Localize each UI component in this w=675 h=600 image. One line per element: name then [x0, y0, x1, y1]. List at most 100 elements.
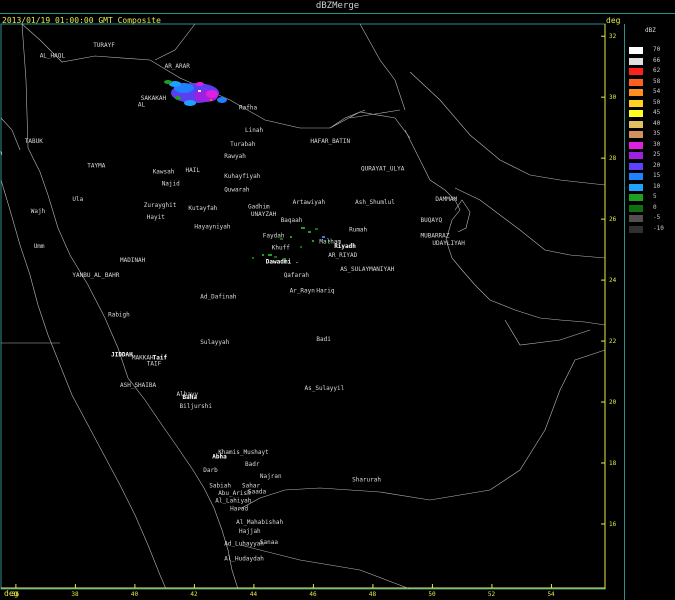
legend-value: 20 — [653, 161, 661, 169]
legend-title: dBZ — [645, 27, 656, 34]
lon-tick-label: 44 — [250, 591, 258, 598]
legend-value: 30 — [653, 140, 661, 148]
city-label-tabuk: TABUK — [25, 138, 43, 145]
city-label-hafar-batin: HAFAR_BATIN — [310, 138, 350, 145]
lon-tick-label: 38 — [71, 591, 79, 598]
legend-entry: 58 — [629, 78, 673, 86]
units-label-bottom: deg — [4, 589, 19, 598]
city-label-hayayniyah: Hayayniyah — [194, 223, 231, 230]
lat-tick-label: 32 — [609, 33, 617, 40]
legend-value: -10 — [653, 224, 664, 232]
legend-value: 10 — [653, 182, 661, 190]
iran-coast — [454, 187, 606, 259]
city-label-ad-dafinah: Ad_Dafinah — [200, 293, 237, 300]
lat-tick-label: 28 — [609, 155, 617, 162]
city-label-baha: Baha — [183, 394, 198, 401]
iran-coast-upper — [409, 71, 606, 186]
city-label-ula: Ula — [72, 196, 83, 203]
city-label-shanwah: Shanwah — [0, 150, 3, 157]
city-label-as-sulaymaniyah: AS_SULAYMANIYAH — [340, 266, 395, 273]
legend-entry: -5 — [629, 214, 673, 222]
city-label-baqaah: Baqaah — [281, 217, 303, 224]
legend-swatch — [629, 204, 643, 212]
city-label-kutayfah: Kutayfah — [188, 205, 217, 212]
iran-iraq-border — [359, 23, 406, 111]
city-label-rumah: Rumah — [349, 226, 367, 233]
city-label-al: AL — [138, 101, 146, 108]
legend-entry: 70 — [629, 46, 673, 54]
city-label-biljurshi: Biljurshi — [180, 403, 213, 410]
lat-tick-label: 18 — [609, 460, 617, 467]
city-label-hail: HAIL — [186, 167, 201, 174]
lon-tick-label: 52 — [488, 591, 496, 598]
city-label-saada: Saada — [248, 489, 266, 496]
legend-value: 40 — [653, 119, 661, 127]
legend-value: -5 — [653, 214, 661, 221]
city-label-artawiyah: Artawiyah — [293, 199, 326, 206]
legend-swatch — [629, 57, 643, 65]
legend-value: 66 — [653, 56, 661, 64]
oman-border — [544, 349, 606, 431]
legend-swatch — [629, 152, 643, 159]
legend-value: 15 — [653, 172, 661, 179]
legend-swatch — [629, 110, 643, 117]
city-label-zurayghit: Zurayghit — [144, 202, 177, 209]
legend-value: 45 — [653, 109, 661, 116]
legend-value: 0 — [653, 203, 657, 211]
city-label-turabah: Turabah — [230, 141, 256, 148]
borders — [0, 23, 606, 590]
lon-tick-label: 42 — [190, 591, 198, 598]
legend-swatch — [629, 141, 643, 149]
legend-entry: 62 — [629, 67, 673, 75]
legend-entry: 54 — [629, 88, 673, 96]
legend-value: 35 — [653, 130, 661, 137]
window-title: dBZMerge — [315, 1, 360, 11]
timestamp-label: 2013/01/19 01:00:00 GMT Composite — [2, 16, 161, 25]
city-label-kuhayfiyah: Kuhayfiyah — [224, 173, 261, 180]
city-label-linah: Linah — [245, 127, 263, 134]
city-label-mubarraz: MUBARRAZ — [421, 232, 450, 239]
city-label-ar-arar: AR_ARAR — [165, 63, 191, 70]
legend-value: 25 — [653, 151, 661, 158]
city-label-unayzah: UNAYZAH — [251, 211, 277, 218]
city-label-dawadmi: Dawadmi — [266, 258, 292, 265]
city-label-rafha: Rafha — [239, 104, 257, 111]
city-label-quwarah: Quwarah — [224, 187, 250, 194]
city-label-umm: Umm — [34, 243, 45, 250]
city-label-buqayq: BUQAYQ — [421, 217, 443, 224]
gulf-coast — [404, 129, 606, 326]
sinai-coast — [0, 117, 21, 151]
city-label-faydah: Faydah — [263, 232, 285, 239]
city-label-khuff: Khuff — [272, 245, 290, 252]
legend-swatch — [629, 99, 643, 107]
legend-value: 54 — [653, 88, 661, 95]
legend-entry: 66 — [629, 56, 673, 65]
lat-tick-label: 26 — [609, 216, 617, 223]
city-label-yanbu-al-bahr: YANBU_AL_BAHR — [72, 272, 119, 279]
legend-swatch — [629, 183, 643, 191]
legend-swatch — [629, 89, 643, 96]
map-frame — [0, 23, 606, 590]
city-label-riyadh: Riyadh — [334, 243, 356, 250]
city-label-qurayat-ulya: QURAYAT_ULYA — [361, 165, 405, 172]
legend-swatch — [629, 78, 643, 86]
lat-tick-label: 20 — [609, 399, 617, 406]
legend-entry: 30 — [629, 140, 673, 149]
legend-swatch — [629, 225, 643, 233]
legend-entry: 40 — [629, 119, 673, 128]
radar-map[interactable]: TURAYFAR_ARARAL_HAQLSAKAKAHAL RafhaLinahT… — [0, 0, 675, 600]
city-label-ar-riyad: AR_RIYAD — [328, 252, 357, 259]
lon-tick-label: 54 — [547, 591, 555, 598]
lon-tick-label: 48 — [369, 591, 377, 598]
yemen-border — [237, 429, 546, 511]
legend-entry: 20 — [629, 161, 673, 170]
city-label-gadhim: Gadhim — [248, 203, 270, 210]
legend-entry: 10 — [629, 182, 673, 191]
legend-entry: -10 — [629, 224, 673, 233]
city-label-najid: Najid — [162, 181, 180, 188]
city-label-turayf: TURAYF — [93, 42, 115, 49]
lat-tick-label: 30 — [609, 94, 617, 101]
city-label-ash-shumlul: Ash_Shumlul — [355, 199, 395, 206]
red-sea-east-coast — [27, 147, 239, 590]
city-label-madinah: MADINAH — [120, 257, 146, 264]
